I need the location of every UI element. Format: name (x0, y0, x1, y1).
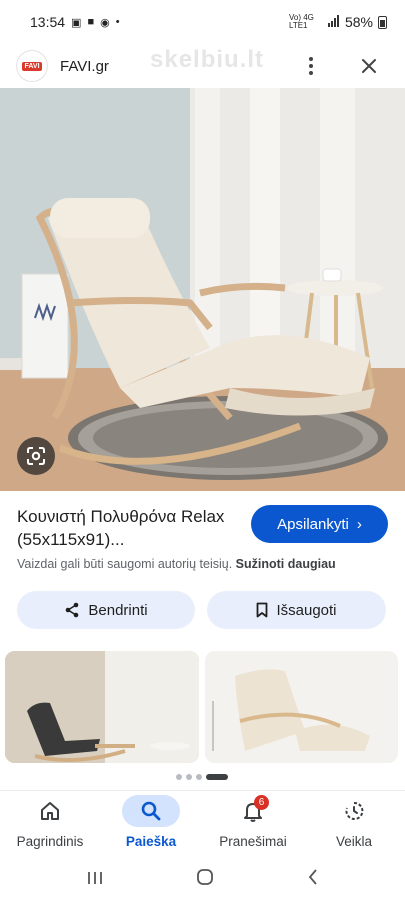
activity-icon (325, 795, 383, 827)
signal-icon (327, 14, 340, 30)
nav-item-home[interactable]: Pagrindinis (0, 795, 100, 857)
gallery-icon: ▣ (71, 16, 82, 29)
back-button[interactable] (307, 868, 319, 892)
lens-search-button[interactable] (17, 437, 55, 475)
copyright-text: Vaizdai gali būti saugomi autorių teisių… (17, 557, 233, 571)
nav-label-home: Pagrindinis (16, 834, 84, 849)
pager-dot (196, 774, 202, 780)
save-label: Išsaugoti (276, 601, 337, 619)
nav-label-notifications: Pranešimai (219, 834, 287, 849)
pager-dot (176, 774, 182, 780)
related-image-2[interactable] (205, 651, 398, 763)
visit-label: Apsilankyti (277, 515, 349, 533)
related-image-1[interactable] (5, 651, 199, 763)
notification-badge: 6 (254, 795, 269, 810)
back-icon (308, 869, 317, 885)
lens-icon (27, 447, 45, 465)
battery-percent: 58% (344, 14, 373, 30)
home-icon (21, 795, 79, 827)
share-button[interactable]: Bendrinti (17, 591, 195, 629)
home-system-button[interactable] (196, 868, 214, 892)
pager-dot (186, 774, 192, 780)
rocking-chair-illustration (0, 88, 405, 491)
message-icon: ■ (87, 16, 95, 28)
save-button[interactable]: Išsaugoti (207, 591, 386, 629)
battery-icon (378, 15, 387, 29)
more-vert-icon (309, 57, 313, 75)
bottom-navigation: Pagrindinis Paieška 6 Pranešimai Veikla (0, 790, 405, 861)
nav-item-notifications[interactable]: 6 Pranešimai (203, 795, 303, 857)
favicon-text: FAVI (22, 61, 42, 71)
pager-indicator (176, 774, 228, 780)
watermark: skelbiu.lt (150, 46, 265, 73)
related-chair-light (205, 651, 398, 763)
pager-dot-active (206, 774, 228, 780)
close-button[interactable] (355, 52, 383, 80)
share-icon (66, 602, 79, 618)
status-bar: 13:54 ▣ ■ ◉ • Vo) 4G LTE1 58% (0, 0, 405, 44)
chat-icon: ◉ (100, 16, 110, 29)
copyright-notice: Vaizdai gali būti saugomi autorių teisių… (17, 557, 336, 571)
learn-more-link[interactable]: Sužinoti daugiau (236, 557, 336, 571)
nav-item-activity[interactable]: Veikla (304, 795, 404, 857)
nav-item-search[interactable]: Paieška (101, 795, 201, 857)
result-title[interactable]: Κουνιστή Πολυθρόνα Relax (55x115x91)... (17, 505, 242, 551)
system-navigation (0, 860, 405, 900)
visit-button[interactable]: Apsilankyti › (251, 505, 388, 543)
source-bar: FAVI FAVI.gr skelbiu.lt (0, 44, 405, 88)
chevron-right-icon: › (356, 515, 362, 533)
status-left: 13:54 ▣ ■ ◉ • (30, 14, 120, 30)
recent-apps-icon (88, 871, 103, 884)
share-label: Bendrinti (88, 601, 148, 619)
bell-icon: 6 (224, 795, 282, 827)
product-image[interactable] (0, 88, 405, 491)
close-icon (362, 59, 376, 73)
bookmark-icon (257, 602, 268, 618)
recent-apps-button[interactable] (86, 869, 104, 892)
site-favicon[interactable]: FAVI (16, 50, 48, 82)
nav-label-activity: Veikla (335, 834, 373, 849)
status-time: 13:54 (30, 14, 66, 30)
site-name[interactable]: FAVI.gr (60, 58, 109, 75)
status-right: Vo) 4G LTE1 58% (289, 14, 387, 30)
related-chair-dark (5, 651, 199, 763)
home-system-icon (197, 869, 214, 885)
nav-label-search: Paieška (125, 834, 177, 849)
more-options-button[interactable] (297, 52, 325, 80)
network-label: Vo) 4G LTE1 (288, 13, 314, 30)
dot-icon: • (115, 16, 120, 28)
search-icon (122, 795, 180, 827)
